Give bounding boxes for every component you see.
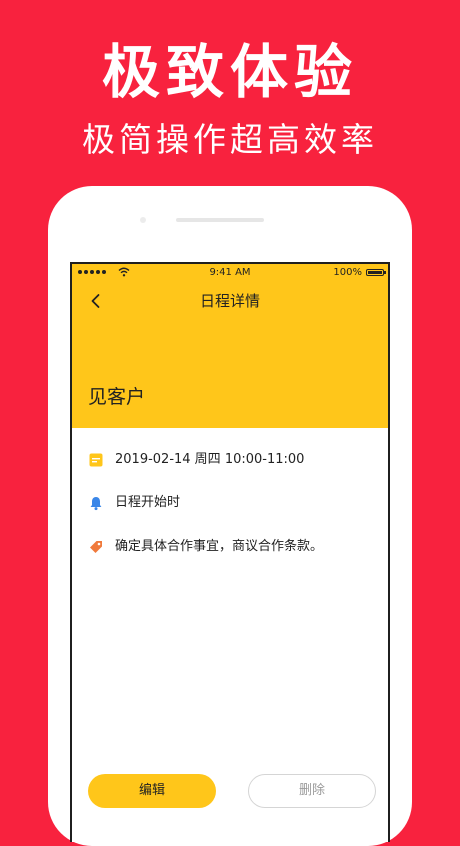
- battery-percent: 100%: [333, 267, 362, 278]
- event-reminder-row: 日程开始时: [88, 493, 378, 513]
- event-note: 确定具体合作事宜，商议合作条款。: [115, 539, 324, 554]
- battery-icon: [366, 269, 386, 276]
- event-datetime-row: 2019-02-14 周四 10:00-11:00: [88, 450, 378, 470]
- phone-speaker: [176, 218, 264, 222]
- event-note-row: 确定具体合作事宜，商议合作条款。: [88, 537, 378, 557]
- promo-subline: 极简操作超高效率: [82, 120, 378, 159]
- tag-icon: [90, 541, 102, 553]
- event-reminder: 日程开始时: [115, 495, 181, 510]
- event-datetime: 2019-02-14 周四 10:00-11:00: [115, 452, 305, 467]
- calendar-icon: [89, 453, 103, 467]
- page-title: 日程详情: [199, 292, 260, 310]
- nav-bar: 日程详情: [72, 286, 388, 316]
- edit-button[interactable]: 编辑: [88, 774, 216, 808]
- bell-icon: [90, 497, 102, 511]
- delete-button[interactable]: 删除: [248, 774, 376, 808]
- phone-camera: [140, 217, 146, 223]
- event-title: 见客户: [88, 386, 146, 408]
- promo-headline: 极致体验: [101, 38, 358, 106]
- status-bar: 9:41 AM 100%: [72, 264, 388, 282]
- phone-screen: 9:41 AM 100% 日程详情 见客户 2019-02-14 周四 10:0…: [70, 262, 390, 842]
